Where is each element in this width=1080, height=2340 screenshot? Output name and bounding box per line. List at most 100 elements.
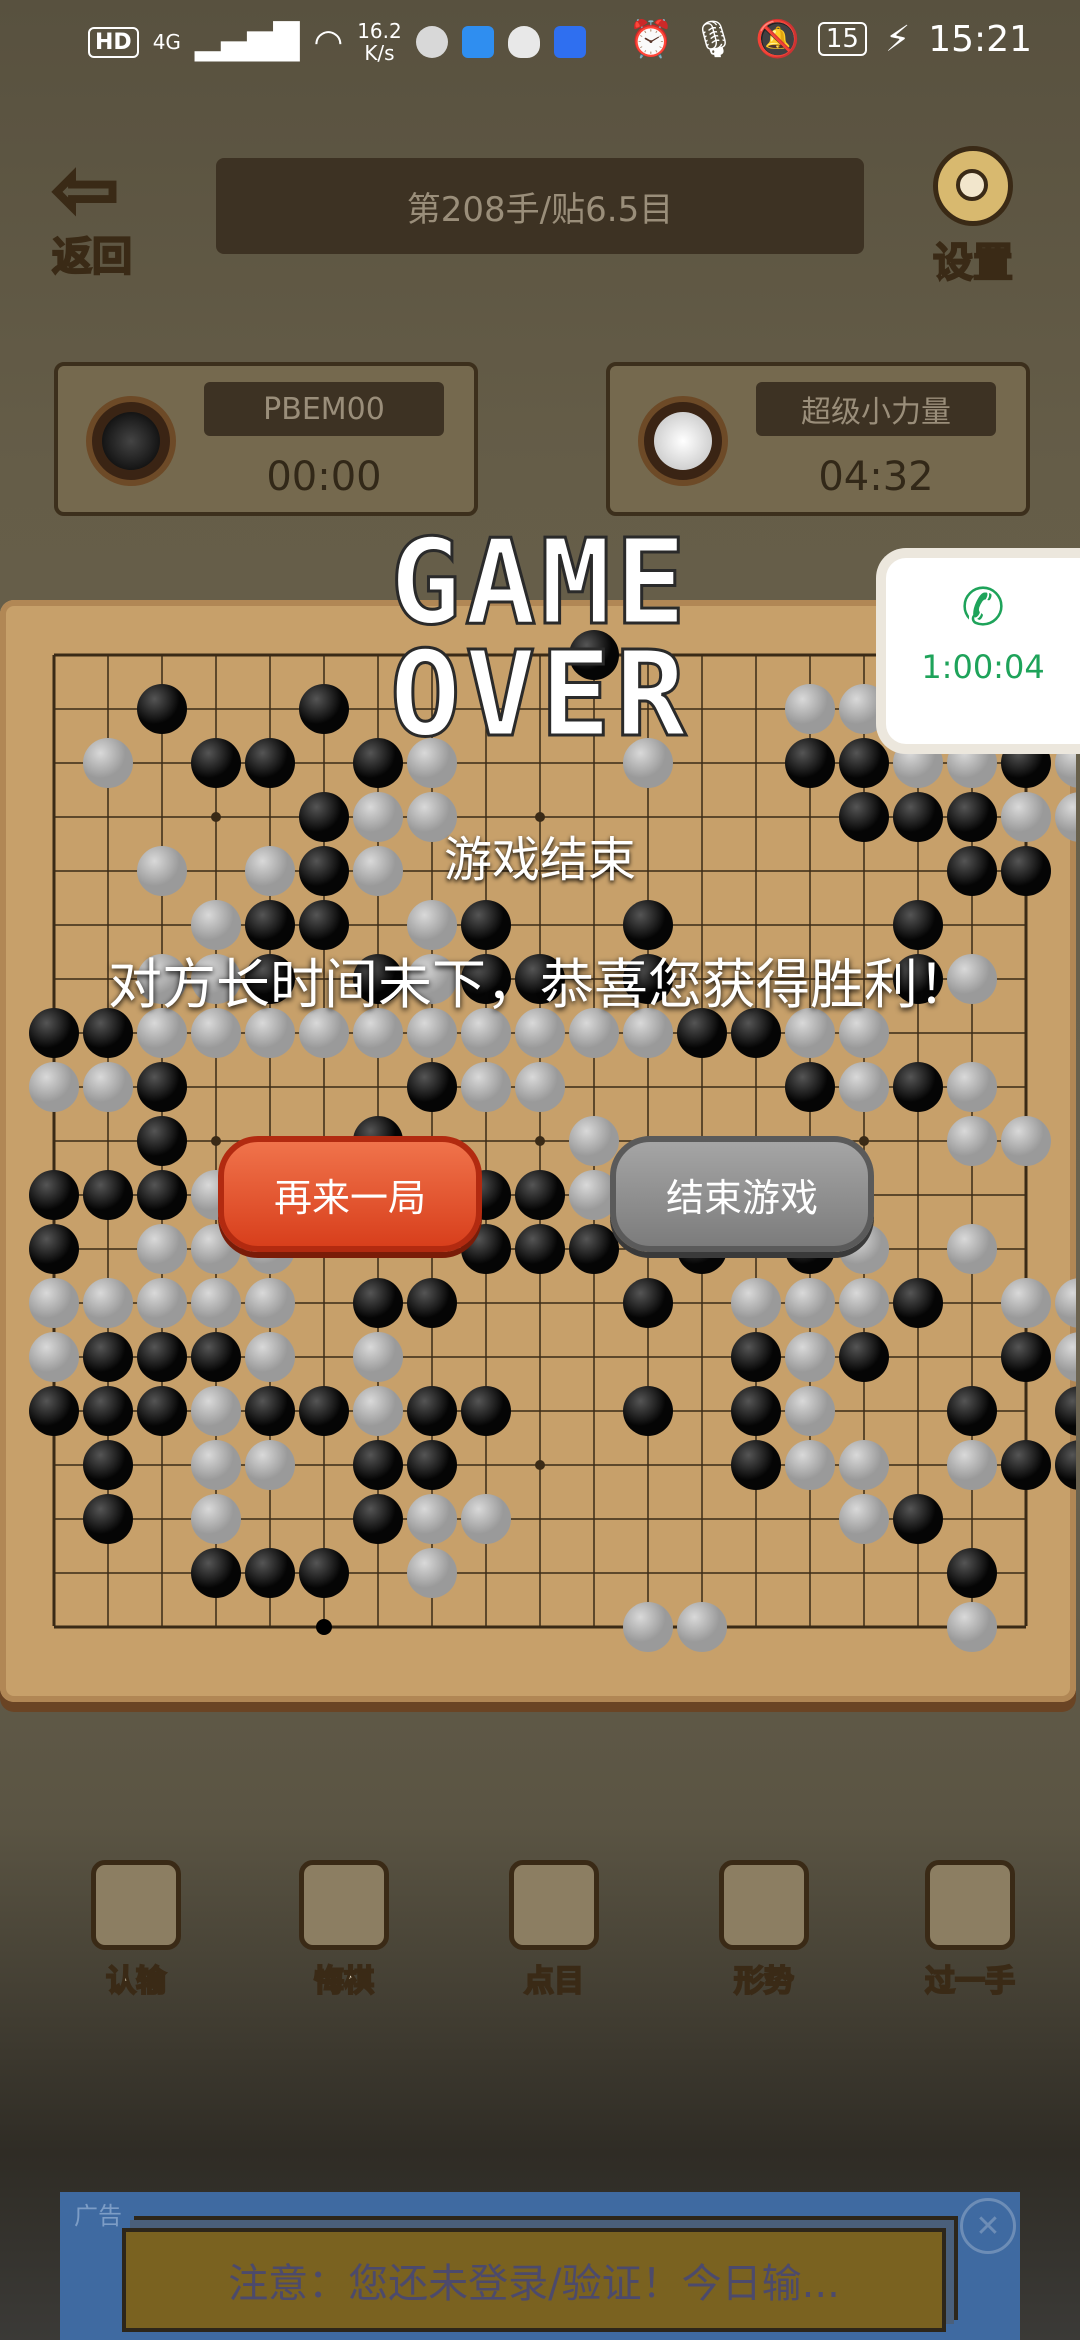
white-stone bbox=[29, 1278, 79, 1328]
speed-unit: K/s bbox=[364, 41, 395, 65]
game-over-title: GAME OVER bbox=[388, 513, 691, 763]
black-stone bbox=[245, 1386, 295, 1436]
black-stone bbox=[407, 1440, 457, 1490]
white-stone bbox=[1001, 1278, 1051, 1328]
white-stone bbox=[947, 1116, 997, 1166]
alarm-icon: ⏰ bbox=[628, 19, 674, 60]
black-stone bbox=[83, 1386, 133, 1436]
black-stone bbox=[83, 1440, 133, 1490]
move-info-bar: 第208手/贴6.5目 bbox=[216, 158, 864, 254]
wifi-icon: ◠ bbox=[313, 22, 344, 62]
ad-notice-text: 注意：您还未登录/验证！今日输... bbox=[228, 2261, 840, 2307]
last-move-marker bbox=[316, 1619, 332, 1635]
black-stone bbox=[29, 1224, 79, 1274]
black-stone bbox=[731, 1332, 781, 1382]
settings-button[interactable]: 设置 bbox=[918, 146, 1028, 287]
black-stone bbox=[245, 738, 295, 788]
black-stone bbox=[191, 1548, 241, 1598]
black-stone bbox=[137, 1386, 187, 1436]
gear-icon bbox=[933, 146, 1013, 226]
white-stone bbox=[623, 1602, 673, 1652]
battery-indicator: 15 bbox=[817, 22, 867, 56]
black-stone bbox=[515, 1224, 565, 1274]
status-bar: HD 4G ▂▄▆█ ◠ 16.2 K/s ⏰ 🎙 🔕 15 ⚡ 15:21 bbox=[0, 0, 1080, 80]
black-stone bbox=[137, 1116, 187, 1166]
black-stone bbox=[137, 1332, 187, 1382]
charging-icon: ⚡ bbox=[884, 18, 911, 60]
black-stone bbox=[1055, 1386, 1076, 1436]
ad-banner[interactable]: 广告 ✕ 注意：您还未登录/验证！今日输... bbox=[60, 2192, 1020, 2340]
white-stone bbox=[407, 1548, 457, 1598]
black-stone bbox=[29, 1170, 79, 1220]
black-stone bbox=[299, 1548, 349, 1598]
black-stone bbox=[407, 1278, 457, 1328]
count-button[interactable]: 点目 bbox=[484, 1860, 624, 2000]
end-game-button[interactable]: 结束游戏 bbox=[610, 1136, 874, 1252]
white-stone bbox=[29, 1332, 79, 1382]
undo-hand-icon bbox=[299, 1860, 389, 1950]
white-stone bbox=[839, 1062, 889, 1112]
white-stone bbox=[137, 1278, 187, 1328]
play-again-button[interactable]: 再来一局 bbox=[218, 1136, 482, 1252]
undo-button[interactable]: 悔棋 bbox=[274, 1860, 414, 2000]
count-label: 点目 bbox=[523, 1963, 585, 2000]
white-stone bbox=[245, 1278, 295, 1328]
player-name-black: PBEM00 bbox=[204, 382, 444, 436]
black-stone bbox=[569, 1224, 619, 1274]
white-stone bbox=[83, 1278, 133, 1328]
black-stone bbox=[515, 1170, 565, 1220]
black-stone bbox=[137, 1062, 187, 1112]
black-stone bbox=[83, 1332, 133, 1382]
network-label: 4G bbox=[152, 30, 181, 54]
pass-label: 过一手 bbox=[924, 1963, 1016, 2000]
white-stone-bowl-icon bbox=[638, 396, 728, 486]
call-widget[interactable]: ✆ 1:00:04 bbox=[876, 548, 1080, 754]
black-stone bbox=[839, 738, 889, 788]
star-point bbox=[859, 1136, 869, 1146]
game-over-message: 对方长时间未下，恭喜您获得胜利！ bbox=[108, 953, 972, 1016]
black-stone bbox=[839, 1332, 889, 1382]
black-stone bbox=[83, 1494, 133, 1544]
black-stone bbox=[137, 1170, 187, 1220]
resign-button[interactable]: 认输 bbox=[66, 1860, 206, 2000]
white-stone bbox=[1001, 1116, 1051, 1166]
back-label: 返回 bbox=[51, 232, 133, 281]
black-stone bbox=[623, 1278, 673, 1328]
mute-icon: 🔕 bbox=[755, 19, 800, 60]
mic-icon: 🎙 bbox=[691, 19, 738, 60]
player-name-white: 超级小力量 bbox=[756, 382, 996, 436]
wechat-icon bbox=[415, 26, 448, 58]
situation-button[interactable]: 形势 bbox=[694, 1860, 834, 2000]
shield-icon bbox=[507, 26, 540, 58]
black-stone bbox=[1001, 1440, 1051, 1490]
black-stone bbox=[407, 1062, 457, 1112]
pass-button[interactable]: 过一手 bbox=[900, 1860, 1040, 2000]
player-card-white: 超级小力量 04:32 bbox=[606, 362, 1030, 516]
black-stone bbox=[353, 1278, 403, 1328]
white-stone bbox=[731, 1278, 781, 1328]
phone-icon: ✆ bbox=[961, 578, 1005, 638]
ad-notice[interactable]: 注意：您还未登录/验证！今日输... bbox=[122, 2228, 946, 2332]
black-stone bbox=[299, 1386, 349, 1436]
white-stone bbox=[191, 1386, 241, 1436]
situation-label: 形势 bbox=[733, 1963, 795, 2000]
back-button[interactable]: ⇦ 返回 bbox=[50, 148, 162, 282]
white-stone bbox=[785, 1332, 835, 1382]
white-stone bbox=[677, 1602, 727, 1652]
black-stone bbox=[893, 1278, 943, 1328]
call-duration: 1:00:04 bbox=[921, 648, 1045, 686]
resign-label: 认输 bbox=[105, 1963, 167, 2000]
black-stone bbox=[191, 1332, 241, 1382]
white-stone bbox=[29, 1062, 79, 1112]
ad-close-icon[interactable]: ✕ bbox=[960, 2198, 1016, 2254]
black-stone bbox=[461, 1386, 511, 1436]
game-over-subtitle: 游戏结束 bbox=[443, 832, 636, 888]
white-stone bbox=[947, 1062, 997, 1112]
go-board[interactable] bbox=[0, 600, 1076, 1702]
black-stone bbox=[947, 1548, 997, 1598]
white-stone bbox=[785, 1440, 835, 1490]
white-stone bbox=[191, 1440, 241, 1490]
white-stone bbox=[947, 1224, 997, 1274]
black-stone bbox=[1055, 1440, 1076, 1490]
white-stone bbox=[83, 1062, 133, 1112]
